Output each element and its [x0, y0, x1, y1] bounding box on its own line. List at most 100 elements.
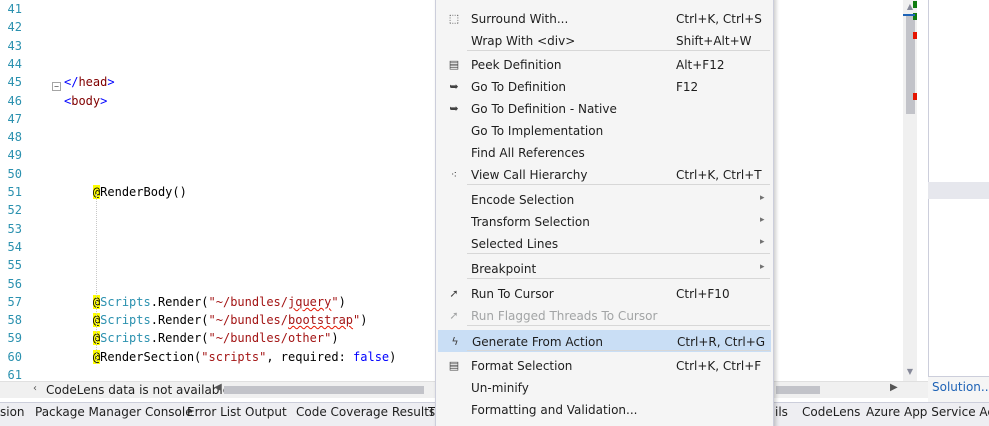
scroll-down-icon[interactable]: ▼	[903, 365, 917, 379]
code-line[interactable]: 56	[0, 275, 440, 293]
line-number: 49	[7, 148, 22, 163]
code-line[interactable]: 50	[0, 165, 440, 183]
line-number: 55	[7, 258, 22, 273]
menu-item-encode-selection[interactable]: Encode Selection ▸	[438, 189, 771, 211]
menu-item-label: Formatting and Validation...	[471, 403, 638, 417]
line-number: 41	[7, 2, 22, 16]
menu-item-formatting-and-validation[interactable]: Formatting and Validation...	[438, 399, 771, 421]
menu-item-surround-with[interactable]: ⬚ Surround With... Ctrl+K, Ctrl+S	[438, 8, 771, 30]
menu-item-wrap-with-div[interactable]: Wrap With <div> Shift+Alt+W	[438, 30, 771, 52]
line-number: 42	[7, 20, 22, 35]
menu-item-breakpoint[interactable]: Breakpoint ▸	[438, 258, 771, 280]
menu-item-label: Selected Lines	[471, 237, 559, 251]
panel-selected-band	[928, 182, 989, 199]
code-line[interactable]: 47	[0, 110, 440, 128]
line-number: 53	[7, 221, 22, 236]
menu-item-label: Peek Definition	[471, 58, 562, 72]
tab-code-coverage-results[interactable]: Code Coverage Results	[296, 405, 435, 419]
code-token: )	[360, 313, 368, 328]
code-line[interactable]: 57 @Scripts.Render("~/bundles/jquery")	[0, 293, 440, 311]
code-line[interactable]: 61	[0, 366, 440, 381]
menu-separator	[467, 350, 770, 351]
menu-item-run-to-cursor[interactable]: ➚ Run To Cursor Ctrl+F10	[438, 283, 771, 305]
menu-item-shortcut: Ctrl+F10	[676, 287, 730, 301]
menu-item-label: Go To Implementation	[471, 124, 604, 138]
code-text: @Scripts.Render("~/bundles/other")	[64, 329, 339, 347]
code-line[interactable]: 58 @Scripts.Render("~/bundles/bootstrap"…	[0, 311, 440, 329]
format-selection-icon: ▤	[448, 359, 460, 372]
menu-item-go-to-implementation[interactable]: Go To Implementation	[438, 120, 771, 142]
tab-partial-version[interactable]: sion	[0, 405, 25, 419]
code-token: .Render(	[150, 313, 209, 328]
horizontal-scrollbar-track-segment[interactable]	[776, 386, 820, 394]
menu-item-transform-selection[interactable]: Transform Selection ▸	[438, 211, 771, 233]
code-token: >	[100, 93, 108, 108]
menu-item-shortcut: Ctrl+R, Ctrl+G	[677, 335, 766, 349]
code-token: )	[331, 331, 339, 346]
code-line[interactable]: 55	[0, 256, 440, 274]
tab-error-list[interactable]: Error List	[187, 405, 241, 419]
code-line[interactable]: 43	[0, 37, 440, 55]
menu-item-peek-definition[interactable]: ▤ Peek Definition Alt+F12	[438, 54, 771, 76]
code-token: "~/bundles/	[208, 294, 288, 309]
change-marker	[913, 1, 917, 8]
tab-output[interactable]: Output	[245, 405, 287, 419]
menu-item-format-selection[interactable]: ▤ Format Selection Ctrl+K, Ctrl+F	[438, 355, 771, 377]
menu-item-go-to-definition[interactable]: ➥ Go To Definition F12	[438, 76, 771, 98]
menu-item-un-minify[interactable]: Un-minify	[438, 377, 771, 399]
code-line[interactable]: 51 @RenderBody()	[0, 183, 440, 201]
line-number: 52	[7, 203, 22, 218]
code-token: >	[107, 75, 115, 90]
menu-item-label: Breakpoint	[471, 262, 537, 276]
menu-item-label: Run To Cursor	[471, 287, 554, 301]
caret-marker	[903, 14, 915, 16]
cursor-arrow-disabled-icon: ➚	[449, 309, 459, 322]
menu-separator	[467, 253, 770, 254]
code-line[interactable]: 52	[0, 201, 440, 219]
code-line[interactable]: 60 @RenderSection("scripts", required: f…	[0, 348, 440, 366]
tab-partial-details[interactable]: ils	[775, 405, 788, 419]
tab-codelens[interactable]: CodeLens	[802, 405, 860, 419]
code-line[interactable]: 45 </head>	[0, 73, 440, 91]
menu-item-label: Wrap With <div>	[471, 34, 576, 48]
cursor-arrow-icon: ➚	[449, 287, 459, 300]
codelens-left-icon[interactable]: ‹	[33, 383, 37, 394]
tab-package-manager-console[interactable]: Package Manager Console	[35, 405, 193, 419]
error-marker	[913, 93, 917, 100]
code-text: @RenderSection("scripts", required: fals…	[64, 348, 396, 366]
solution-explorer-panel	[928, 0, 989, 402]
code-line[interactable]: 41	[0, 0, 440, 18]
code-line[interactable]: 49	[0, 146, 440, 164]
menu-item-find-all-references[interactable]: Find All References	[438, 142, 771, 164]
menu-item-label: Find All References	[471, 146, 585, 160]
code-line[interactable]: 54	[0, 238, 440, 256]
line-number: 45	[7, 75, 22, 90]
menu-item-label: Transform Selection	[471, 215, 590, 229]
code-line[interactable]: 53	[0, 220, 440, 238]
tab-azure-app-service-activity[interactable]: Azure App Service Activ	[866, 405, 989, 419]
go-to-definition-native-icon: ➥	[449, 102, 459, 115]
solution-explorer-link[interactable]: Solution...	[932, 380, 989, 394]
code-line[interactable]: 48	[0, 128, 440, 146]
code-text: <body>	[64, 92, 107, 110]
submenu-arrow-icon: ▸	[760, 262, 765, 272]
menu-item-label: View Call Hierarchy	[471, 168, 588, 182]
code-token: false	[353, 349, 390, 364]
menu-item-run-flagged-threads-to-cursor[interactable]: ➚ Run Flagged Threads To Cursor	[438, 305, 771, 327]
code-line[interactable]: 59 @Scripts.Render("~/bundles/other")	[0, 329, 440, 347]
menu-separator	[467, 278, 770, 279]
horizontal-scrollbar-thumb[interactable]	[224, 386, 424, 394]
scroll-left-icon[interactable]: ◀	[214, 382, 222, 393]
menu-item-go-to-definition-native[interactable]: ➥ Go To Definition - Native	[438, 98, 771, 120]
collapse-toggle-icon[interactable]: −	[52, 82, 61, 91]
menu-item-generate-from-action[interactable]: ϟ Generate From Action Ctrl+R, Ctrl+G	[438, 330, 771, 352]
code-token: )	[389, 349, 397, 364]
code-line[interactable]: 42	[0, 18, 440, 36]
menu-item-shortcut: Shift+Alt+W	[676, 34, 752, 48]
scroll-right-icon[interactable]: ▶	[890, 382, 898, 393]
code-line[interactable]: 44	[0, 55, 440, 73]
menu-item-view-call-hierarchy[interactable]: ⁖ View Call Hierarchy Ctrl+K, Ctrl+T	[438, 164, 771, 186]
menu-item-selected-lines[interactable]: Selected Lines ▸	[438, 233, 771, 255]
code-line[interactable]: 46 <body>	[0, 92, 440, 110]
